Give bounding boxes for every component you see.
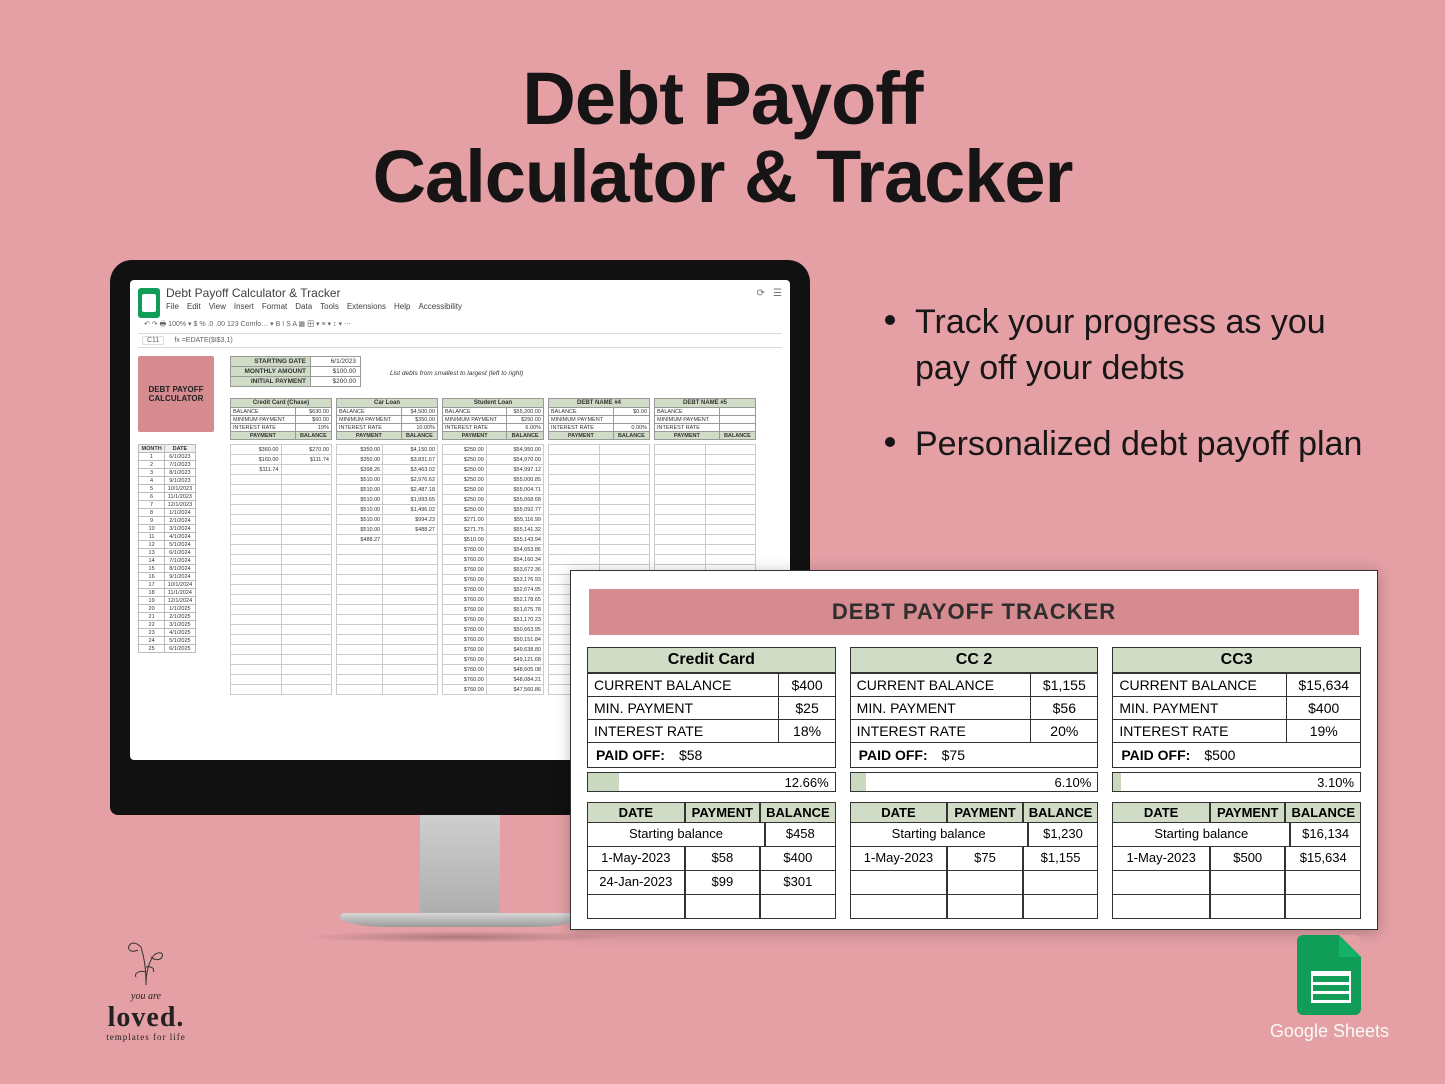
headline: Debt Payoff Calculator & Tracker	[0, 60, 1445, 215]
inputs-block[interactable]: STARTING DATE6/1/2023MONTHLY AMOUNT$100.…	[230, 356, 361, 387]
progress-bar: 3.10%	[1112, 772, 1361, 792]
formula-text: fx =EDATE($I$3,1)	[174, 337, 232, 344]
starting-balance-row: Starting balance$1,230	[850, 823, 1099, 847]
menu-item[interactable]: Accessibility	[418, 302, 462, 311]
doc-title[interactable]: Debt Payoff Calculator & Tracker	[166, 286, 780, 300]
sheet-title-card: DEBT PAYOFFCALCULATOR	[138, 356, 214, 432]
menu-item[interactable]: View	[209, 302, 226, 311]
debt-header-col: Car LoanBALANCE$4,500.00MINIMUM PAYMENT$…	[336, 398, 438, 440]
feature-bullets: Track your progress as you pay off your …	[875, 300, 1365, 498]
debt-name: Credit Card	[587, 647, 836, 673]
flower-icon	[116, 937, 176, 987]
history-header: DATEPAYMENTBALANCE	[587, 802, 836, 823]
menu-item[interactable]: Tools	[320, 302, 339, 311]
menu-item[interactable]: Format	[262, 302, 287, 311]
tracker-title: DEBT PAYOFF TRACKER	[589, 589, 1359, 635]
paid-off-row: PAID OFF:$58	[587, 743, 836, 768]
menu-item[interactable]: Extensions	[347, 302, 386, 311]
history-row: 1-May-2023$58$400	[587, 847, 836, 871]
cell-reference[interactable]: C11	[142, 336, 164, 345]
history-row: 1-May-2023$500$15,634	[1112, 847, 1361, 871]
schedule-col: $350.00$4,150.00$350.00$3,831.67$398.26$…	[336, 444, 438, 695]
progress-bar: 6.10%	[850, 772, 1099, 792]
progress-bar: 12.66%	[587, 772, 836, 792]
history-row	[1112, 871, 1361, 895]
brand-logo: you are loved. templates for life	[56, 937, 236, 1042]
menu-item[interactable]: File	[166, 302, 179, 311]
starting-balance-row: Starting balance$458	[587, 823, 836, 847]
debt-header-col: Credit Card (Chase)BALANCE$630.00MINIMUM…	[230, 398, 332, 440]
menu-bar[interactable]: File Edit View Insert Format Data Tools Extensi…	[166, 302, 780, 311]
tracker-column: Credit CardCURRENT BALANCE$400MIN. PAYME…	[587, 647, 836, 919]
debt-header-row: Credit Card (Chase)BALANCE$630.00MINIMUM…	[230, 398, 790, 440]
history-row	[850, 871, 1099, 895]
debt-name: CC 2	[850, 647, 1099, 673]
google-sheets-badge: Google Sheets	[1270, 935, 1389, 1042]
paid-off-row: PAID OFF:$75	[850, 743, 1099, 768]
history-header: DATEPAYMENTBALANCE	[850, 802, 1099, 823]
top-right-icons[interactable]: ⟳☰	[757, 288, 782, 299]
debt-header-col: Student LoanBALANCE$55,200.00MINIMUM PAY…	[442, 398, 544, 440]
schedule-col: $250.00$54,950.00$250.00$54,970.00$250.0…	[442, 444, 544, 695]
formula-bar[interactable]: C11 fx =EDATE($I$3,1)	[138, 334, 782, 348]
tracker-overlay-card: DEBT PAYOFF TRACKER Credit CardCURRENT B…	[570, 570, 1378, 930]
debt-header-col: DEBT NAME #5BALANCEMINIMUM PAYMENTINTERE…	[654, 398, 756, 440]
headline-line2: Calculator & Tracker	[373, 135, 1073, 218]
tracker-column: CC 2CURRENT BALANCE$1,155MIN. PAYMENT$56…	[850, 647, 1099, 919]
starting-balance-row: Starting balance$16,134	[1112, 823, 1361, 847]
menu-item[interactable]: Insert	[234, 302, 254, 311]
hint-text: List debts from smallest to largest (lef…	[390, 370, 523, 377]
toolbar[interactable]: ↶ ↷ 🖶 100% ▾ $ % .0 .00 123 Comfo… ▾ B I…	[138, 316, 782, 334]
history-header: DATEPAYMENTBALANCE	[1112, 802, 1361, 823]
menu-item[interactable]: Help	[394, 302, 410, 311]
tracker-column: CC3CURRENT BALANCE$15,634MIN. PAYMENT$40…	[1112, 647, 1361, 919]
sheets-file-icon	[1297, 935, 1361, 1015]
history-row: 24-Jan-2023$99$301	[587, 871, 836, 895]
history-row	[850, 895, 1099, 919]
paid-off-row: PAID OFF:$500	[1112, 743, 1361, 768]
debt-header-col: DEBT NAME #4BALANCE$0.00MINIMUM PAYMENTI…	[548, 398, 650, 440]
menu-item[interactable]: Data	[295, 302, 312, 311]
months-column: MONTHDATE16/1/202327/1/202338/1/202349/1…	[138, 444, 196, 653]
debt-name: CC3	[1112, 647, 1361, 673]
sheets-logo-icon	[138, 288, 160, 318]
schedule-col: $360.00$270.00$160.00$111.74$111.74	[230, 444, 332, 695]
history-row	[1112, 895, 1361, 919]
history-row	[587, 895, 836, 919]
bullet-item: Personalized debt payoff plan	[875, 422, 1365, 468]
history-row: 1-May-2023$75$1,155	[850, 847, 1099, 871]
headline-line1: Debt Payoff	[522, 57, 922, 140]
menu-item[interactable]: Edit	[187, 302, 201, 311]
bullet-item: Track your progress as you pay off your …	[875, 300, 1365, 392]
